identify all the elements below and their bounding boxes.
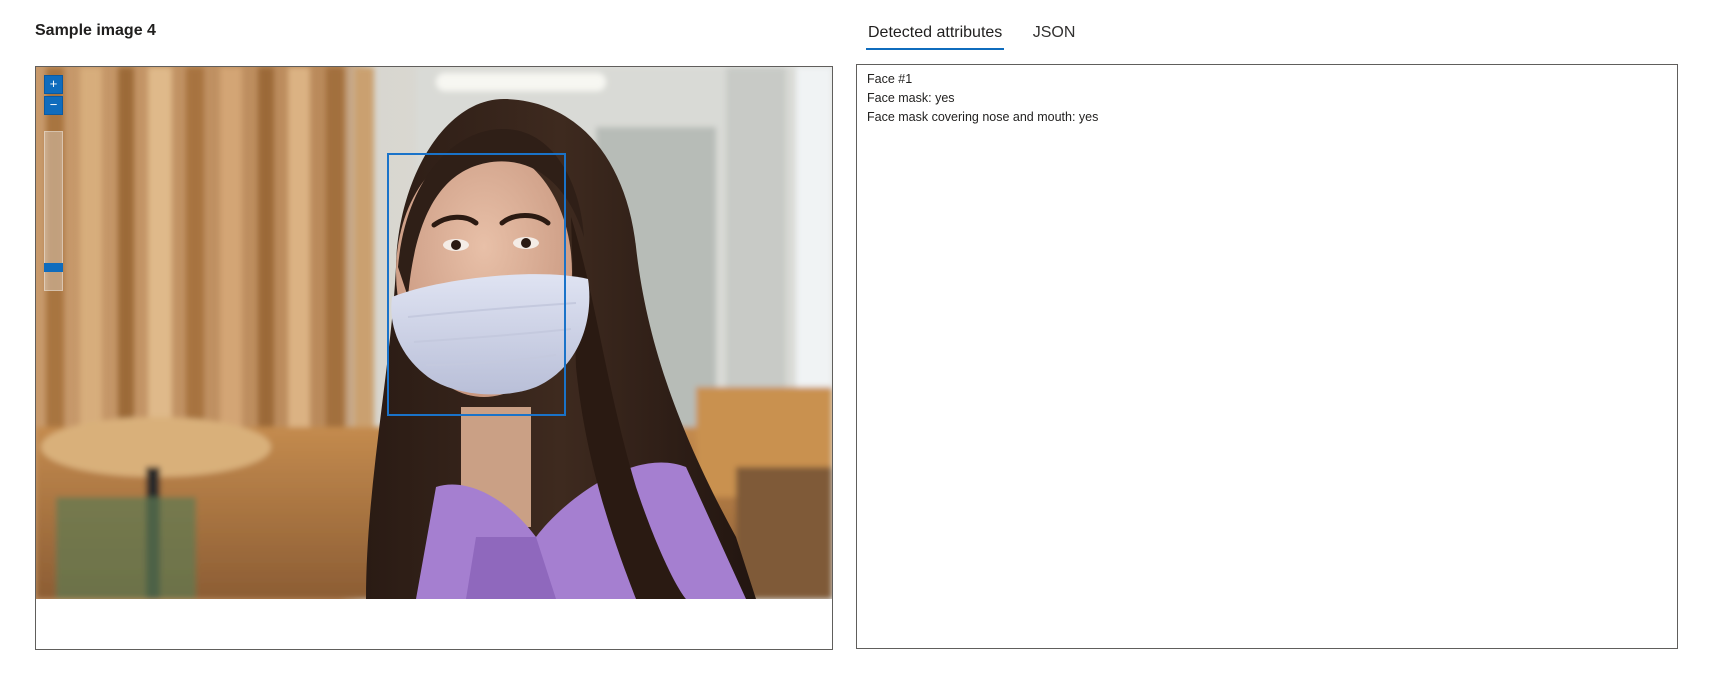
tab-json[interactable]: JSON <box>1031 18 1078 50</box>
zoom-slider[interactable] <box>44 131 63 291</box>
page: Sample image 4 + − Detected attributes J… <box>0 0 1730 673</box>
zoom-slider-thumb[interactable] <box>44 263 63 272</box>
result-line-face-mask: Face mask: yes <box>867 91 955 105</box>
zoom-out-button[interactable]: − <box>44 96 63 115</box>
sample-image-title: Sample image 4 <box>35 22 156 39</box>
result-line-face-number: Face #1 <box>867 72 913 86</box>
detected-attributes-panel: Face #1 Face mask: yes Face mask coverin… <box>856 64 1678 649</box>
zoom-in-button[interactable]: + <box>44 75 63 94</box>
result-tabs: Detected attributes JSON <box>866 18 1099 54</box>
face-bounding-box <box>387 153 566 416</box>
result-line-mask-covering: Face mask covering nose and mouth: yes <box>867 110 1099 124</box>
image-viewer[interactable]: + − <box>35 66 833 650</box>
tab-detected-attributes[interactable]: Detected attributes <box>866 18 1005 50</box>
